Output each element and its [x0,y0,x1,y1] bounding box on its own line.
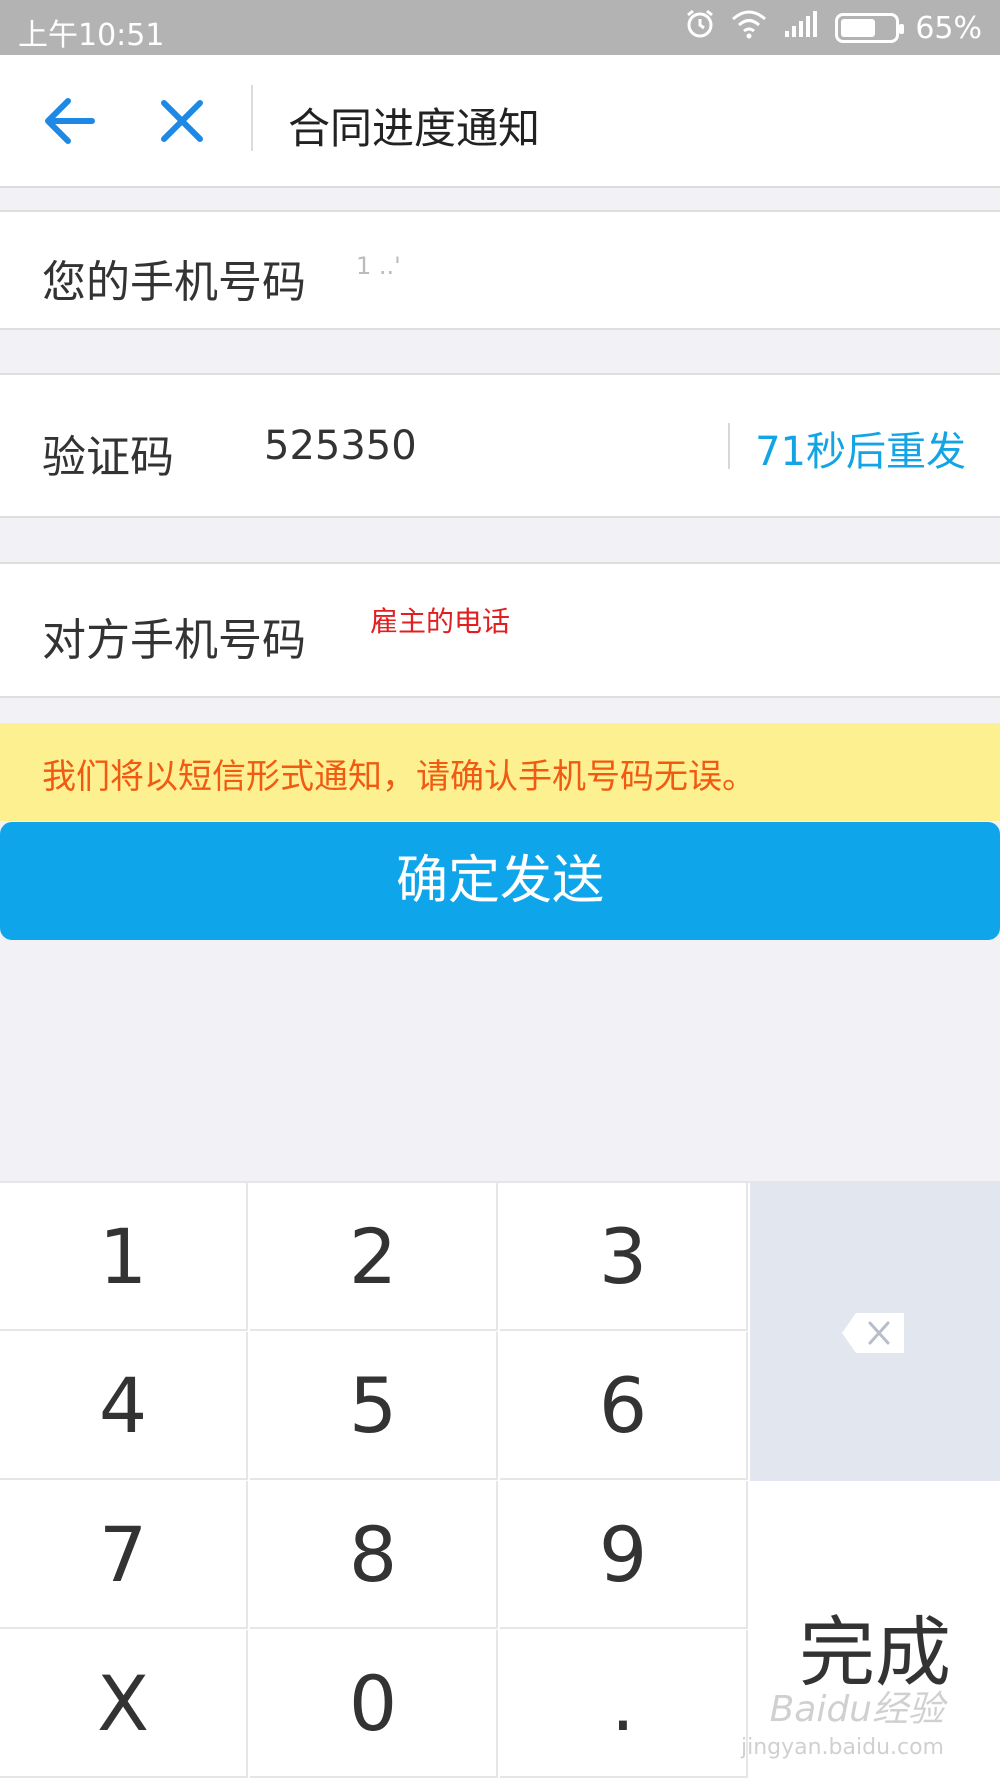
other-phone-annotation: 雇主的电话 [370,605,511,638]
key-9[interactable]: 9 [500,1481,748,1629]
notice-banner: 我们将以短信形式通知，请确认手机号码无误。 [0,723,1000,821]
my-phone-label: 您的手机号码 [42,257,306,308]
my-phone-row: 您的手机号码 1 ..' [0,210,1000,330]
status-bar: 上午10:51 65% [0,0,1000,55]
key-4[interactable]: 4 [0,1332,248,1480]
nav-divider [251,85,253,151]
key-1[interactable]: 1 [0,1183,248,1331]
resend-button[interactable]: 71秒后重发 [755,419,966,477]
other-phone-row[interactable]: 对方手机号码 雇主的电话 [0,562,1000,698]
battery-icon [835,13,905,43]
other-phone-label: 对方手机号码 [42,615,306,666]
page-title: 合同进度通知 [288,104,541,153]
key-0[interactable]: 0 [250,1630,498,1778]
baidu-watermark: Baidu经验 [769,1689,944,1730]
code-input[interactable]: 525350 [264,423,417,469]
battery-percent: 65% [915,10,982,46]
resend-divider [728,423,730,469]
done-key[interactable]: 完成 [750,1481,1000,1778]
backspace-icon [842,1313,904,1353]
numeric-keypad: 1 2 3 4 5 6 7 8 9 X 0 . 完成 Baidu经验 jingy… [0,1181,1000,1778]
key-dot[interactable]: . [500,1630,748,1778]
arrow-left-icon [45,98,95,144]
baidu-watermark-url: jingyan.baidu.com [740,1735,944,1760]
battery-fill [841,19,876,37]
status-time: 上午10:51 [18,18,165,53]
key-2[interactable]: 2 [250,1183,498,1331]
key-7[interactable]: 7 [0,1481,248,1629]
key-8[interactable]: 8 [250,1481,498,1629]
notice-text: 我们将以短信形式通知，请确认手机号码无误。 [42,757,756,797]
key-3[interactable]: 3 [500,1183,748,1331]
back-button[interactable] [36,87,104,155]
alarm-icon [685,9,715,47]
status-icons: 65% [685,8,982,48]
delete-key[interactable] [750,1183,1000,1481]
send-button[interactable]: 确定发送 [0,822,1000,940]
my-phone-value: 1 ..' [356,252,401,280]
wifi-icon [731,9,767,47]
signal-icon [783,9,819,47]
key-5[interactable]: 5 [250,1332,498,1480]
close-icon [161,100,203,142]
code-label: 验证码 [42,432,174,483]
key-6[interactable]: 6 [500,1332,748,1480]
close-button[interactable] [148,87,216,155]
key-x[interactable]: X [0,1630,248,1778]
nav-bar: 合同进度通知 [0,55,1000,188]
code-row: 验证码 525350 71秒后重发 [0,373,1000,518]
